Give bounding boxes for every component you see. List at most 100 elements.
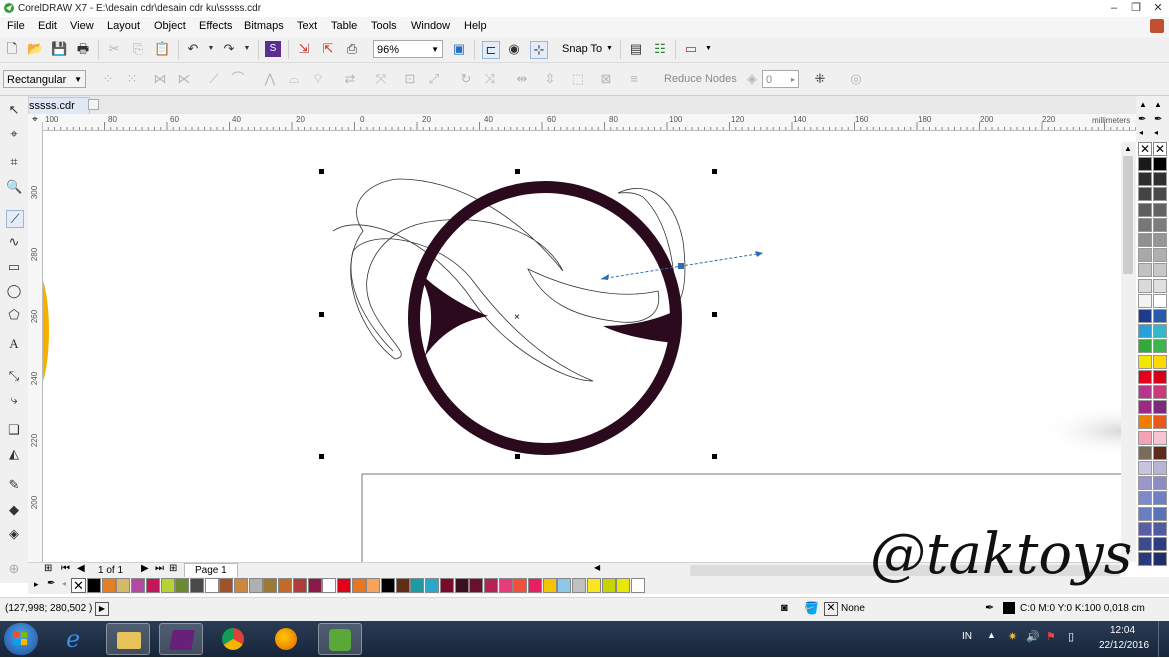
color-swatch[interactable]: [1138, 309, 1152, 323]
quick-customize-icon[interactable]: ◎: [848, 71, 864, 87]
reflect-horizontal-icon[interactable]: ⇹: [514, 71, 530, 87]
zoom-level-select[interactable]: 96% ▼: [373, 40, 443, 58]
full-screen-preview-icon[interactable]: ▣: [451, 41, 467, 57]
show-guidelines-icon[interactable]: ⊹: [530, 41, 548, 59]
color-swatch[interactable]: [572, 578, 587, 593]
color-swatch[interactable]: [1153, 309, 1167, 323]
extract-subpath-icon[interactable]: ⊡: [402, 71, 418, 87]
color-swatch[interactable]: [336, 578, 351, 593]
outline-pen-icon[interactable]: ✒: [985, 601, 994, 614]
undo-icon[interactable]: ↶: [185, 41, 201, 57]
show-hidden-icons-icon[interactable]: ▲: [987, 630, 996, 640]
color-swatch[interactable]: [439, 578, 454, 593]
scrollbar-thumb[interactable]: [1123, 156, 1133, 274]
swoosh-inner-curve[interactable]: [527, 268, 660, 323]
color-swatch[interactable]: [116, 578, 131, 593]
file-explorer-button[interactable]: [106, 623, 150, 655]
color-swatch[interactable]: [483, 578, 498, 593]
break-curve-icon[interactable]: ⋉: [176, 71, 192, 87]
rectangle-tool-icon[interactable]: ▭: [6, 259, 22, 275]
clock-date[interactable]: 22/12/2016: [1099, 640, 1149, 651]
connector-tool-icon[interactable]: ⤷: [6, 392, 22, 408]
menu-table[interactable]: Table: [331, 20, 357, 32]
color-swatch[interactable]: [219, 578, 234, 593]
welcome-screen-icon[interactable]: ▤: [628, 41, 644, 57]
color-swatch[interactable]: [204, 578, 219, 593]
volume-icon[interactable]: 🔊: [1026, 630, 1040, 643]
options-icon[interactable]: ☷: [652, 41, 668, 57]
open-icon[interactable]: 📂: [27, 41, 43, 57]
color-swatch[interactable]: [469, 578, 484, 593]
color-eyedropper-tool-icon[interactable]: ✎: [6, 477, 22, 493]
color-swatch[interactable]: [410, 578, 425, 593]
symmetrical-node-icon[interactable]: ⌔: [310, 71, 326, 87]
vertical-scrollbar[interactable]: ▲ ▼: [1121, 142, 1136, 562]
page-tab[interactable]: Page 1: [184, 563, 238, 578]
tray-app-icon[interactable]: ✷: [1008, 630, 1017, 643]
color-swatch[interactable]: [1153, 339, 1167, 354]
color-swatch[interactable]: [278, 578, 293, 593]
show-desktop-button[interactable]: [1158, 621, 1169, 657]
logo-inner-fill-left[interactable]: [418, 271, 488, 356]
color-swatch[interactable]: [1153, 293, 1167, 308]
color-swatch[interactable]: [1138, 354, 1152, 369]
color-swatch[interactable]: [366, 578, 381, 593]
color-swatch[interactable]: [1138, 400, 1152, 415]
redo-dropdown-icon[interactable]: ▼: [239, 41, 255, 57]
offpage-yellow-shape[interactable]: [43, 266, 49, 396]
menu-tools[interactable]: Tools: [371, 20, 397, 32]
color-swatch[interactable]: [1153, 172, 1167, 187]
coreldraw-taskbar-button[interactable]: [318, 623, 362, 655]
show-rulers-icon[interactable]: ⊏: [482, 41, 500, 59]
cut-icon[interactable]: ✂: [106, 41, 122, 57]
visual-studio-button[interactable]: [159, 623, 203, 655]
print-icon[interactable]: 🖶: [75, 41, 91, 57]
color-swatch[interactable]: [528, 578, 542, 593]
color-swatch[interactable]: [160, 578, 175, 593]
pick-tool-icon[interactable]: ↖: [6, 102, 22, 118]
no-color-swatch-icon[interactable]: ✕: [71, 578, 86, 593]
color-swatch[interactable]: [1138, 217, 1152, 232]
elastic-mode-icon[interactable]: ⬚: [570, 71, 586, 87]
curve-smoothness-input[interactable]: 0 ▸: [762, 70, 799, 88]
text-tool-icon[interactable]: A: [6, 336, 22, 352]
menu-bitmaps[interactable]: Bitmaps: [244, 20, 284, 32]
previous-page-icon[interactable]: ◀: [77, 563, 85, 574]
language-indicator[interactable]: IN: [962, 631, 972, 642]
drawing-canvas[interactable]: ×: [43, 131, 1121, 562]
logo-inner-fill-right[interactable]: [603, 311, 675, 343]
last-page-icon[interactable]: ⏭: [155, 563, 164, 574]
scroll-left-icon[interactable]: ◀: [594, 563, 600, 572]
swoosh-outline-center[interactable]: [332, 224, 594, 382]
eyedropper-icon[interactable]: ✒: [47, 578, 55, 589]
menu-window[interactable]: Window: [411, 20, 450, 32]
color-swatch[interactable]: [1138, 233, 1152, 247]
align-nodes-icon[interactable]: ⤨: [482, 71, 498, 87]
chevron-down-icon[interactable]: ▼: [606, 45, 613, 52]
color-swatch[interactable]: [1153, 445, 1167, 460]
color-swatch[interactable]: [630, 578, 645, 593]
color-swatch[interactable]: [1138, 157, 1152, 171]
color-swatch[interactable]: [1153, 476, 1167, 491]
color-swatch[interactable]: [1153, 400, 1167, 415]
no-color-swatch-icon[interactable]: ✕: [1138, 142, 1152, 156]
start-button[interactable]: [4, 623, 38, 655]
color-swatch[interactable]: [395, 578, 410, 593]
color-swatch[interactable]: [234, 578, 248, 593]
search-content-icon[interactable]: S: [265, 41, 281, 57]
color-swatch[interactable]: [601, 578, 616, 593]
show-grid-icon[interactable]: ◉: [506, 41, 522, 57]
quick-customize-toolbox-icon[interactable]: ⊕: [6, 561, 22, 577]
minimize-icon[interactable]: –: [1104, 1, 1124, 16]
smart-fill-tool-icon[interactable]: ◈: [6, 526, 22, 542]
interactive-fill-tool-icon[interactable]: ◆: [6, 502, 22, 518]
color-swatch[interactable]: [616, 578, 631, 593]
reverse-direction-icon[interactable]: ⇄: [342, 71, 358, 87]
color-swatch[interactable]: [586, 578, 601, 593]
color-swatch[interactable]: [1138, 324, 1152, 339]
menu-object[interactable]: Object: [154, 20, 186, 32]
document-tab[interactable]: sssss.cdr: [24, 97, 90, 114]
save-icon[interactable]: 💾: [51, 41, 67, 57]
color-swatch[interactable]: [1138, 385, 1152, 399]
color-swatch[interactable]: [1138, 172, 1152, 187]
